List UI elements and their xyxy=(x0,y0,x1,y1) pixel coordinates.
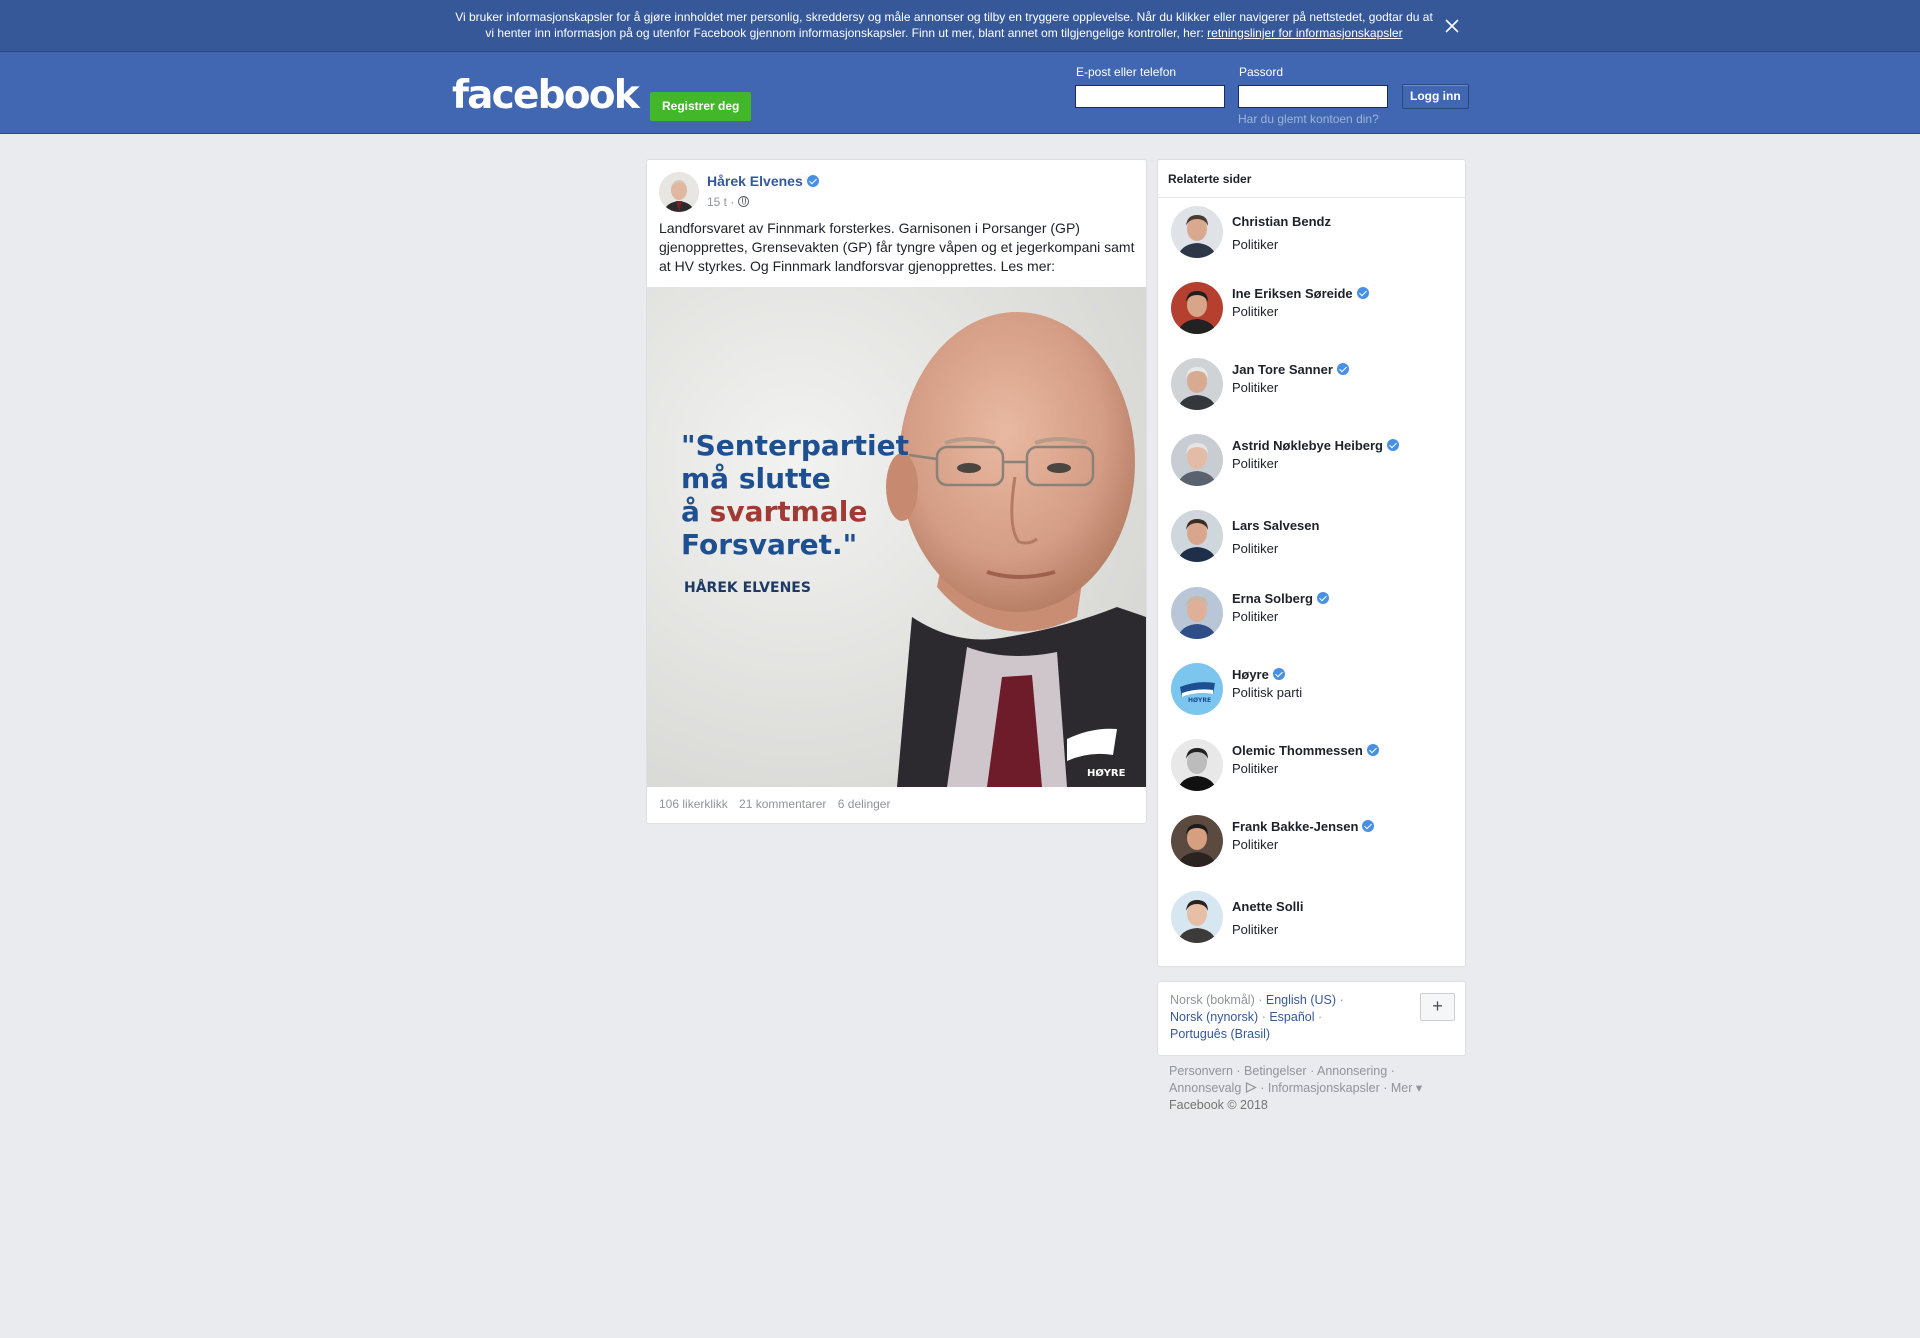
avatar[interactable] xyxy=(1171,434,1223,486)
related-page-name[interactable]: Anette Solli xyxy=(1232,899,1304,914)
password-label: Passord xyxy=(1239,65,1284,79)
related-page-category: Politisk parti xyxy=(1232,685,1303,700)
related-page-item[interactable]: Astrid Nøklebye Heiberg Politiker xyxy=(1158,430,1465,490)
footer-link-privacy[interactable]: Personvern xyxy=(1169,1064,1233,1078)
related-page-name[interactable]: Frank Bakke-Jensen xyxy=(1232,819,1375,834)
related-page-name[interactable]: Erna Solberg xyxy=(1232,591,1329,606)
related-page-category: Politiker xyxy=(1232,304,1279,319)
language-option[interactable]: English (US) xyxy=(1266,993,1336,1007)
related-page-item[interactable]: Christian Bendz Politiker xyxy=(1158,202,1465,262)
related-page-name[interactable]: Astrid Nøklebye Heiberg xyxy=(1232,438,1399,453)
top-header: facebook Registrer deg E-post eller tele… xyxy=(0,52,1920,134)
avatar[interactable] xyxy=(1171,587,1223,639)
footer-link-advertising[interactable]: Annonsering xyxy=(1317,1064,1387,1078)
related-page-name[interactable]: Høyre xyxy=(1232,667,1285,682)
language-option[interactable]: Português (Brasil) xyxy=(1170,1027,1270,1041)
related-page-category: Politiker xyxy=(1232,837,1279,852)
globe-icon xyxy=(737,196,749,207)
quote-line-1: "Senterpartiet xyxy=(681,429,909,462)
language-option[interactable]: Español xyxy=(1269,1010,1314,1024)
avatar[interactable] xyxy=(1171,282,1223,334)
related-page-name[interactable]: Christian Bendz xyxy=(1232,214,1331,229)
related-page-item[interactable]: Erna Solberg Politiker xyxy=(1158,583,1465,643)
related-page-name[interactable]: Lars Salvesen xyxy=(1232,518,1319,533)
verified-icon xyxy=(1272,668,1285,680)
post-stats: 106 likerklikk 21 kommentarer 6 delinger xyxy=(659,797,898,811)
related-page-item[interactable]: Anette Solli Politiker xyxy=(1158,887,1465,947)
verified-icon xyxy=(1316,592,1329,604)
close-icon[interactable] xyxy=(1442,16,1462,36)
post-author-link[interactable]: Hårek Elvenes xyxy=(707,173,819,189)
related-page-category: Politiker xyxy=(1232,922,1279,937)
cookie-policy-link[interactable]: retningslinjer for informasjonskapsler xyxy=(1207,26,1402,40)
related-page-item[interactable]: Jan Tore Sanner Politiker xyxy=(1158,354,1465,414)
related-page-item[interactable]: Ine Eriksen Søreide Politiker xyxy=(1158,278,1465,338)
footer-link-terms[interactable]: Betingelser xyxy=(1244,1064,1307,1078)
forgot-account-link[interactable]: Har du glemt kontoen din? xyxy=(1238,112,1379,126)
footer-link-ad-choices[interactable]: Annonsevalg xyxy=(1169,1081,1241,1095)
verified-icon xyxy=(1336,363,1349,375)
related-page-category: Politiker xyxy=(1232,761,1279,776)
avatar[interactable] xyxy=(1171,815,1223,867)
language-option[interactable]: Norsk (nynorsk) xyxy=(1170,1010,1258,1024)
related-page-item[interactable]: HØYRE Høyre Politisk parti xyxy=(1158,659,1465,719)
quote-attribution: HÅREK ELVENES xyxy=(684,579,811,596)
footer: Personvern · Betingelser · Annonsering ·… xyxy=(1169,1064,1423,1112)
current-language: Norsk (bokmål) xyxy=(1170,993,1255,1007)
email-field[interactable] xyxy=(1075,85,1225,108)
related-page-category: Politiker xyxy=(1232,237,1279,252)
related-pages-panel: Relaterte sider Christian Bendz Politiker… xyxy=(1157,159,1466,967)
related-page-item[interactable]: Lars Salvesen Politiker xyxy=(1158,506,1465,566)
related-pages-title: Relaterte sider xyxy=(1158,160,1465,198)
likes-count[interactable]: 106 likerklikk xyxy=(659,797,728,811)
password-field[interactable] xyxy=(1238,85,1388,108)
verified-icon xyxy=(1366,744,1379,756)
ad-choices-icon xyxy=(1245,1081,1257,1095)
related-page-name[interactable]: Ine Eriksen Søreide xyxy=(1232,286,1369,301)
post-text: Landforsvaret av Finnmark forsterkes. Ga… xyxy=(659,220,1135,274)
avatar[interactable]: HØYRE xyxy=(1171,663,1223,715)
related-page-category: Politiker xyxy=(1232,609,1279,624)
related-page-category: Politiker xyxy=(1232,456,1279,471)
cookie-banner-text: Vi bruker informasjonskapsler for å gjør… xyxy=(455,10,1433,40)
post-card: Hårek Elvenes 15 t · Landforsvaret av Fi… xyxy=(646,159,1147,824)
chevron-down-icon: ▾ xyxy=(1415,1081,1423,1095)
avatar[interactable] xyxy=(1171,891,1223,943)
facebook-logo[interactable]: facebook xyxy=(452,76,640,115)
more-languages-button[interactable]: + xyxy=(1420,993,1455,1021)
related-page-category: Politiker xyxy=(1232,380,1279,395)
copyright: Facebook © 2018 xyxy=(1169,1098,1268,1112)
hoyre-logo-text: HØYRE xyxy=(1087,767,1126,779)
related-page-item[interactable]: Frank Bakke-Jensen Politiker xyxy=(1158,811,1465,871)
register-button[interactable]: Registrer deg xyxy=(650,92,752,121)
language-list: Norsk (bokmål) · English (US) · Norsk (n… xyxy=(1170,993,1344,1041)
verified-icon xyxy=(1387,439,1399,451)
shares-count[interactable]: 6 delinger xyxy=(838,797,891,811)
email-label: E-post eller telefon xyxy=(1076,65,1177,79)
login-button[interactable]: Logg inn xyxy=(1402,84,1469,109)
footer-link-more[interactable]: Mer ▾ xyxy=(1391,1081,1422,1095)
quote-line-2: må slutte xyxy=(681,462,831,495)
post-image[interactable]: "Senterpartiet må slutte å svartmale For… xyxy=(647,287,1146,787)
svg-text:HØYRE: HØYRE xyxy=(1188,697,1211,704)
comments-count[interactable]: 21 kommentarer xyxy=(739,797,826,811)
avatar[interactable] xyxy=(1171,358,1223,410)
avatar[interactable] xyxy=(1171,510,1223,562)
footer-link-cookies[interactable]: Informasjonskapsler xyxy=(1268,1081,1380,1095)
avatar[interactable] xyxy=(1171,739,1223,791)
quote-line-3: å svartmale xyxy=(681,495,867,528)
post-timestamp[interactable]: 15 t · xyxy=(707,195,749,209)
language-selector: Norsk (bokmål) · English (US) · Norsk (n… xyxy=(1157,981,1466,1056)
verified-icon xyxy=(806,175,819,187)
related-page-item[interactable]: Olemic Thommessen Politiker xyxy=(1158,735,1465,795)
related-page-category: Politiker xyxy=(1232,541,1279,556)
verified-icon xyxy=(1356,287,1369,299)
avatar[interactable] xyxy=(1171,206,1223,258)
quote-line-4: Forsvaret." xyxy=(681,528,857,561)
cookie-banner: Vi bruker informasjonskapsler for å gjør… xyxy=(0,0,1920,52)
related-page-name[interactable]: Jan Tore Sanner xyxy=(1232,362,1349,377)
verified-icon xyxy=(1362,820,1375,832)
avatar[interactable] xyxy=(659,172,699,212)
related-page-name[interactable]: Olemic Thommessen xyxy=(1232,743,1379,758)
